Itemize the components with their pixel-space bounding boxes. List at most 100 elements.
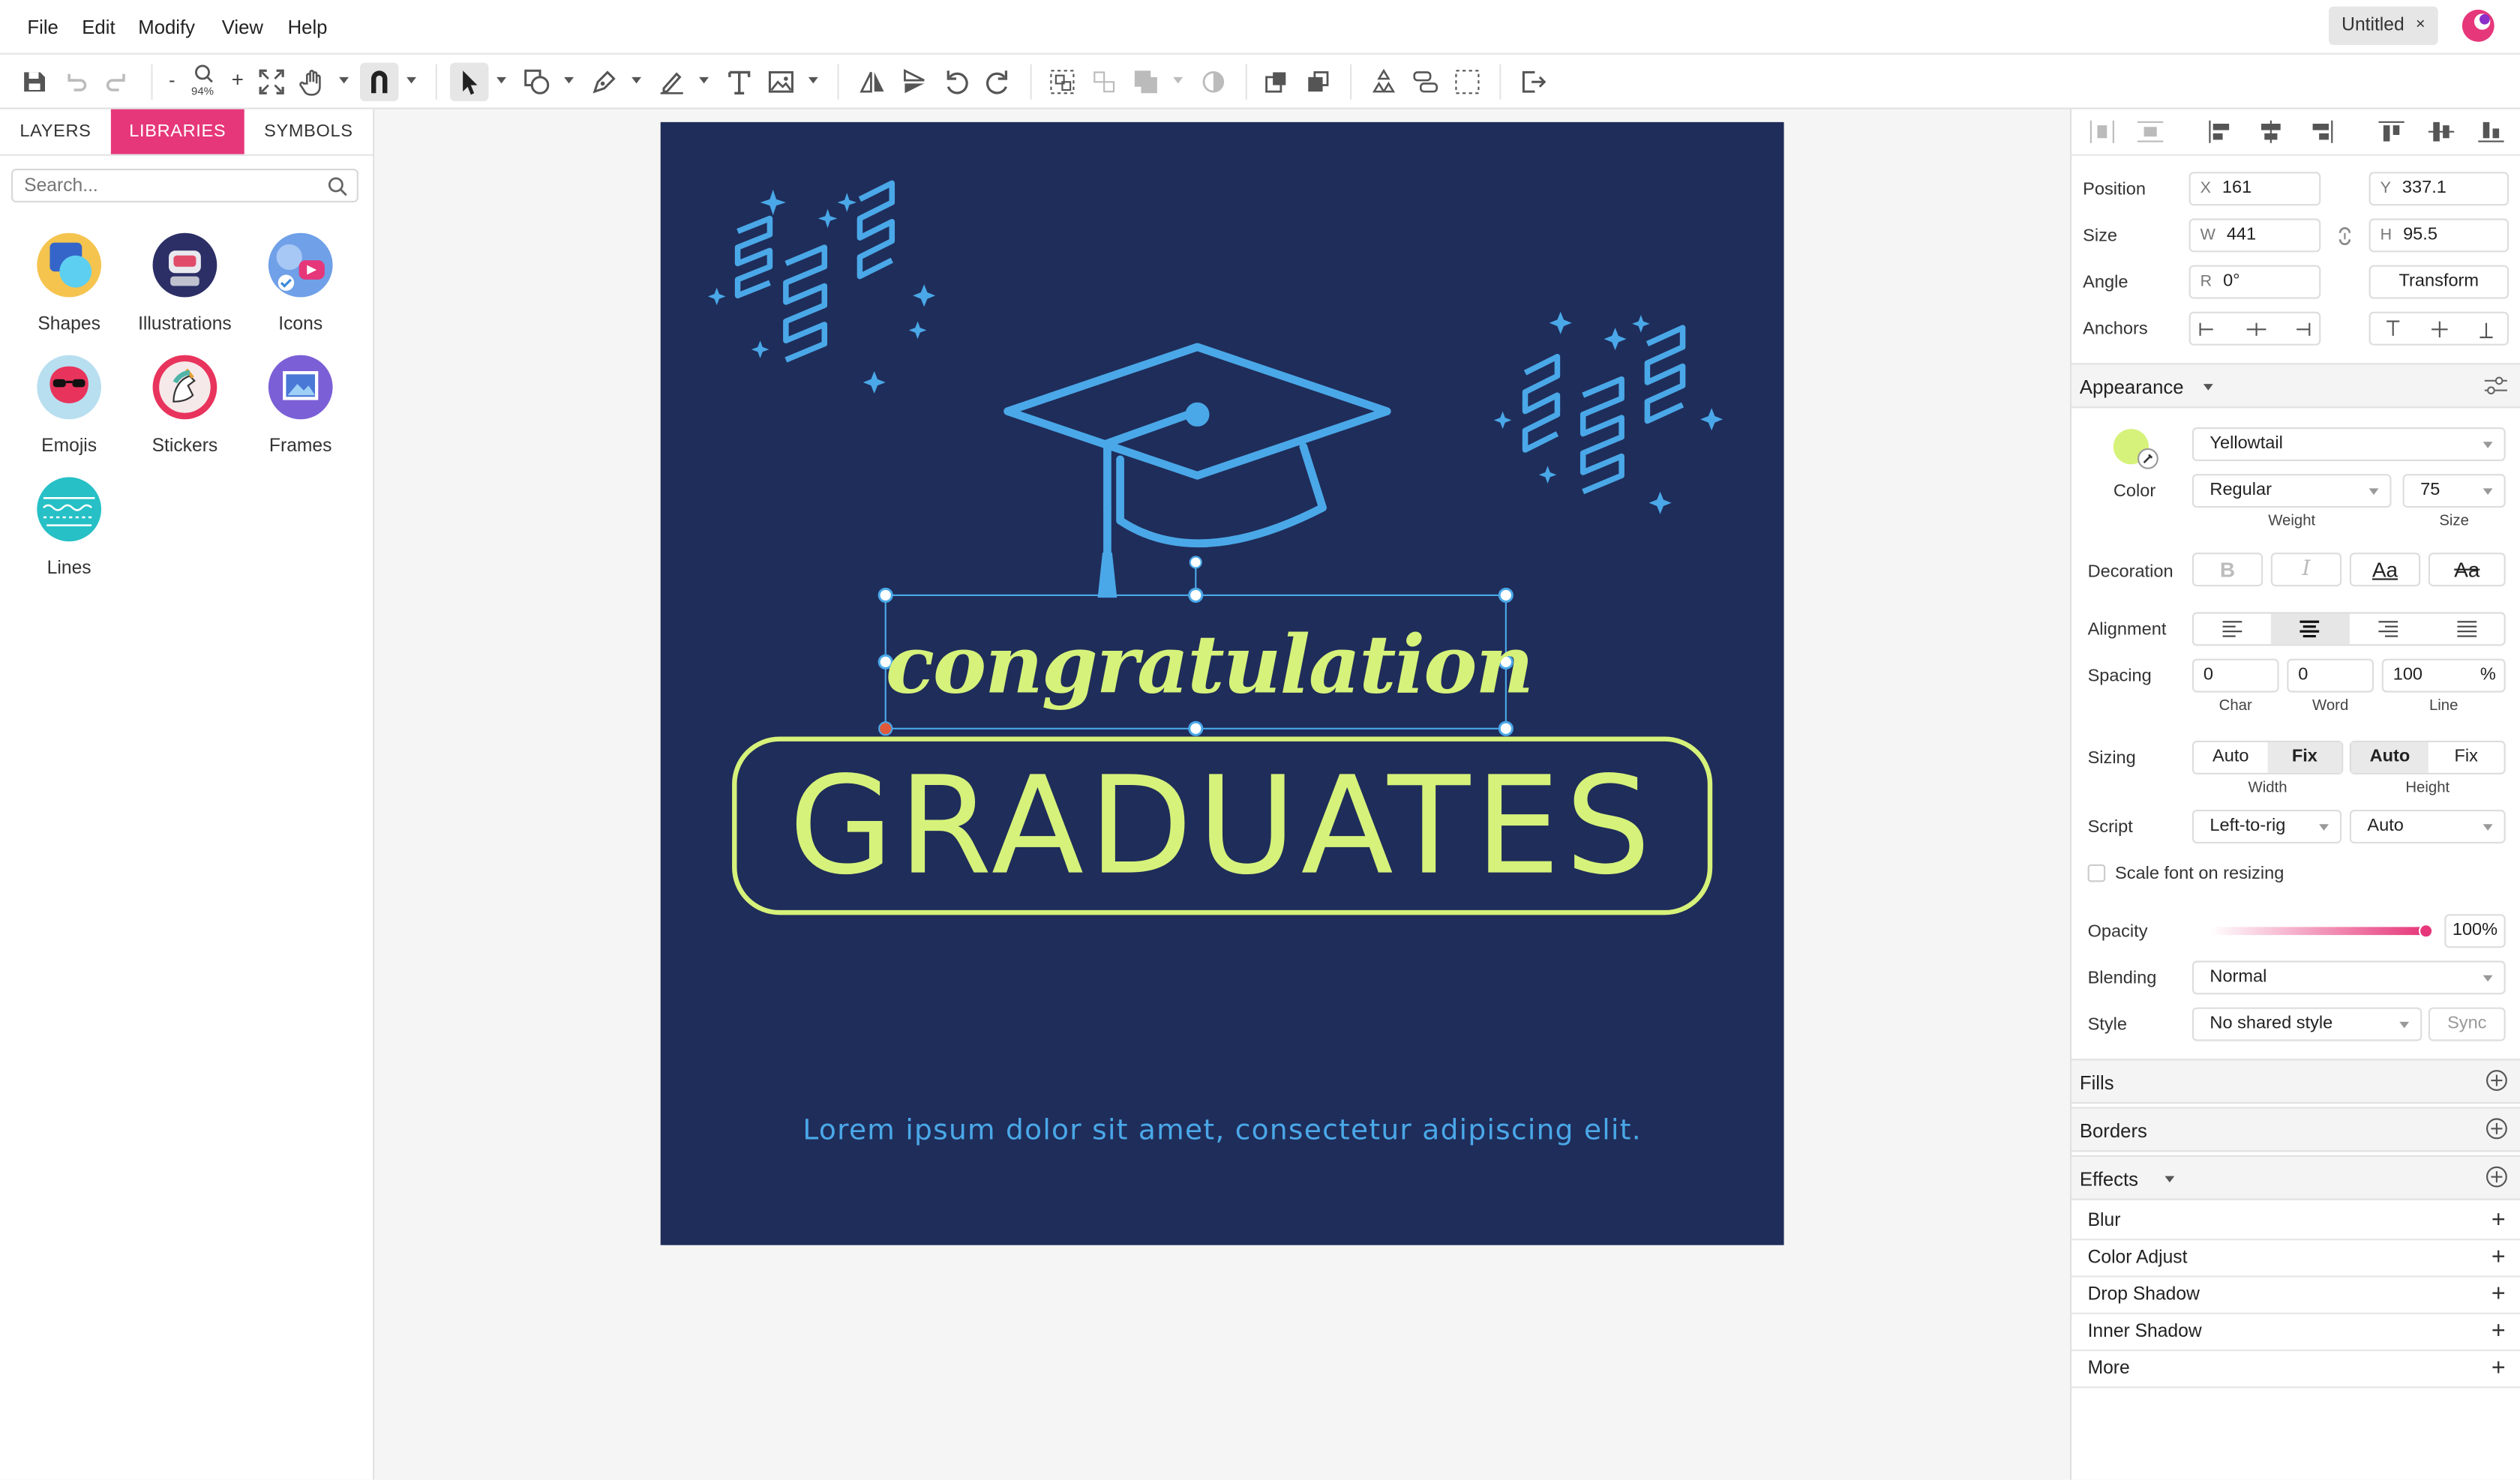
flip-vertical-icon[interactable] — [898, 66, 931, 98]
distribute-vertical-icon[interactable] — [2136, 119, 2165, 145]
font-size-select[interactable]: 75 — [2402, 474, 2506, 508]
effect-color-adjust[interactable]: Color Adjust + — [2072, 1240, 2520, 1278]
effect-blur[interactable]: Blur + — [2072, 1203, 2520, 1241]
size-height-field[interactable]: H 95.5 — [2368, 218, 2509, 253]
blending-select[interactable]: Normal — [2192, 960, 2506, 995]
align-bottom-icon[interactable] — [2476, 119, 2506, 145]
menu-file[interactable]: File — [27, 16, 58, 38]
plus-icon[interactable]: + — [2492, 1317, 2506, 1344]
plus-icon[interactable]: + — [2492, 1206, 2506, 1233]
plus-icon[interactable]: + — [2492, 1244, 2506, 1271]
library-frames[interactable]: Frames — [243, 353, 358, 457]
align-right-icon[interactable] — [2306, 119, 2336, 145]
pen-dropdown[interactable] — [632, 76, 641, 84]
font-weight-select[interactable]: Regular — [2192, 474, 2392, 508]
library-lines[interactable]: Lines — [11, 475, 127, 578]
pen-tool-icon[interactable] — [588, 66, 620, 98]
library-shapes[interactable]: Shapes — [11, 232, 127, 334]
appearance-section-header[interactable]: Appearance — [2072, 363, 2520, 409]
library-stickers[interactable]: Stickers — [127, 353, 242, 457]
align-middle-vertical-icon[interactable] — [2427, 119, 2456, 145]
menu-view[interactable]: View — [222, 16, 263, 38]
group-icon[interactable] — [1046, 66, 1078, 98]
rotate-left-icon[interactable] — [940, 66, 973, 98]
text-align-right-button[interactable] — [2350, 614, 2428, 645]
effects-section-header[interactable]: Effects — [2072, 1155, 2520, 1200]
boolean-union-icon[interactable] — [1130, 66, 1162, 98]
transform-button[interactable]: Transform — [2368, 265, 2509, 299]
slice-icon[interactable] — [1451, 66, 1484, 98]
zoom-in-button[interactable]: + — [232, 67, 244, 91]
flip-horizontal-icon[interactable] — [856, 66, 889, 98]
lock-proportions-icon[interactable] — [2333, 223, 2356, 249]
add-effect-icon[interactable] — [2486, 1166, 2507, 1188]
angle-field[interactable]: R 0° — [2188, 265, 2321, 299]
image-dropdown[interactable] — [808, 76, 818, 84]
text-align-left-button[interactable] — [2194, 614, 2271, 645]
select-pointer-icon[interactable] — [450, 62, 489, 101]
plus-icon[interactable]: + — [2492, 1354, 2506, 1381]
document-tab[interactable]: Untitled × — [2329, 6, 2438, 46]
opacity-slider-track[interactable] — [2210, 927, 2426, 936]
line-spacing-field[interactable]: 100% — [2381, 658, 2506, 693]
fit-screen-icon[interactable] — [256, 66, 288, 98]
hand-tool-icon[interactable] — [297, 66, 329, 98]
pencil-tool-icon[interactable] — [656, 66, 688, 98]
width-auto-button[interactable]: Auto — [2194, 742, 2268, 773]
text-align-center-button[interactable] — [2270, 613, 2350, 645]
font-family-select[interactable]: Yellowtail — [2192, 427, 2506, 461]
scale-font-checkbox[interactable] — [2087, 864, 2106, 882]
bold-button[interactable]: B — [2192, 553, 2264, 587]
library-illustrations[interactable]: Illustrations — [127, 232, 242, 334]
undo-icon[interactable] — [59, 66, 92, 98]
zoom-icon[interactable] — [191, 61, 217, 86]
ungroup-icon[interactable] — [1088, 66, 1120, 98]
word-spacing-field[interactable]: 0 — [2287, 658, 2374, 693]
vertical-anchors[interactable] — [2368, 311, 2509, 346]
borders-section-header[interactable]: Borders — [2072, 1107, 2520, 1152]
align-center-horizontal-icon[interactable] — [2257, 119, 2286, 145]
footer-text[interactable]: Lorem ipsum dolor sit amet, consectetur … — [661, 1115, 1784, 1147]
opacity-field[interactable]: 100% — [2444, 914, 2506, 948]
height-auto-button[interactable]: Auto — [2351, 741, 2428, 773]
script-mode-select[interactable]: Auto — [2349, 810, 2506, 843]
shape-tool-icon[interactable] — [520, 66, 553, 98]
image-tool-icon[interactable] — [765, 66, 797, 98]
library-icons[interactable]: Icons — [243, 232, 358, 334]
sync-button[interactable]: Sync — [2428, 1007, 2506, 1041]
settings-sliders-icon[interactable] — [2483, 374, 2509, 397]
send-backward-icon[interactable] — [1302, 66, 1334, 98]
effect-inner-shadow[interactable]: Inner Shadow + — [2072, 1314, 2520, 1352]
fills-section-header[interactable]: Fills — [2072, 1059, 2520, 1104]
save-icon[interactable] — [18, 66, 50, 98]
effect-more[interactable]: More + — [2072, 1351, 2520, 1389]
bring-forward-icon[interactable] — [1260, 66, 1292, 98]
tab-libraries[interactable]: LIBRARIES — [110, 109, 244, 154]
snap-dropdown[interactable] — [406, 76, 416, 84]
menu-modify[interactable]: Modify — [138, 16, 195, 38]
position-y-field[interactable]: Y 337.1 — [2368, 172, 2509, 206]
congratulation-text[interactable]: congratulation — [886, 601, 1534, 729]
magnet-snap-icon[interactable] — [360, 62, 399, 101]
effect-drop-shadow[interactable]: Drop Shadow + — [2072, 1278, 2520, 1314]
position-x-field[interactable]: X 161 — [2188, 172, 2321, 206]
text-direction-select[interactable]: Left-to-rig — [2192, 810, 2342, 843]
height-fix-button[interactable]: Fix — [2428, 742, 2504, 773]
shared-style-select[interactable]: No shared style — [2192, 1007, 2422, 1041]
text-align-justify-button[interactable] — [2428, 614, 2506, 645]
library-search[interactable] — [11, 169, 358, 202]
horizontal-anchors[interactable] — [2188, 311, 2321, 346]
menu-help[interactable]: Help — [288, 16, 328, 38]
rotate-right-icon[interactable] — [982, 66, 1014, 98]
zoom-out-button[interactable]: - — [169, 69, 176, 91]
graduates-headline[interactable]: GRADUATES — [734, 745, 1710, 906]
export-icon[interactable] — [1517, 66, 1550, 98]
artboard[interactable]: congratulation GRADUATES Lorem ipsum dol… — [660, 121, 1784, 1245]
eyedropper-icon[interactable] — [2138, 448, 2158, 469]
style-link-icon[interactable] — [1409, 66, 1442, 98]
shape-dropdown[interactable] — [564, 76, 574, 84]
char-spacing-field[interactable]: 0 — [2192, 658, 2279, 693]
pointer-dropdown[interactable] — [496, 76, 506, 84]
tab-symbols[interactable]: SYMBOLS — [244, 109, 373, 154]
distribute-horizontal-icon[interactable] — [2088, 119, 2117, 145]
